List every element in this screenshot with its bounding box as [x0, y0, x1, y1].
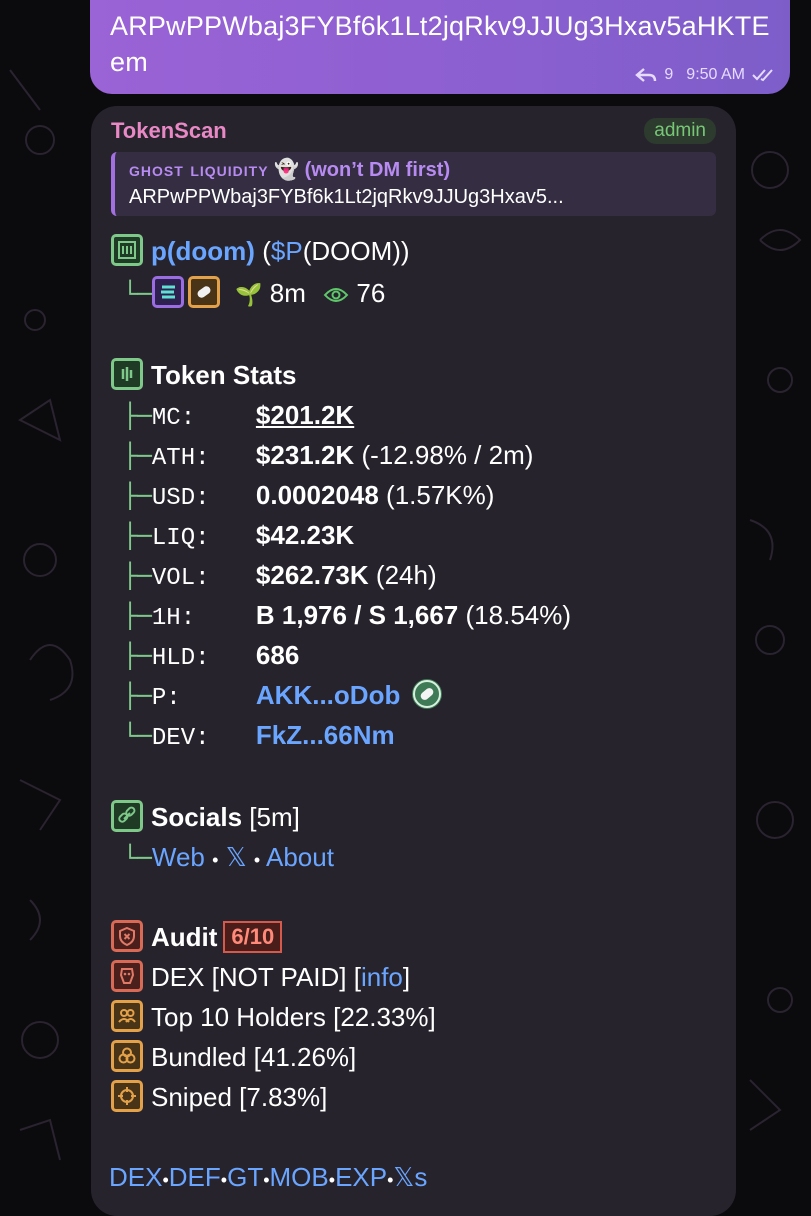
reply-arrow-icon [635, 67, 657, 83]
socials-links: └─Web • 𝕏 • About [123, 842, 334, 872]
token-title-line: p(doom) ($P(DOOM)) [111, 234, 410, 268]
lion-icon [111, 960, 143, 992]
stat-value: $42.23K [255, 520, 355, 550]
stat-value: $262.73K [255, 560, 369, 590]
stat-row-mc: ├─MC: $201.2K [111, 398, 354, 436]
token-stats-heading: Token Stats [111, 358, 296, 392]
eye-icon [323, 278, 349, 312]
message-meta: 9 9:50 AM [635, 66, 776, 84]
stat-label: HLD: [151, 645, 210, 672]
stat-label: MC: [151, 405, 196, 432]
mc-value-link[interactable]: $201.2K [256, 400, 354, 430]
stat-row-usd: ├─USD: 0.0002048 (1.57K%) [111, 478, 494, 516]
ticker-rest: (DOOM)) [302, 236, 410, 266]
message-time: 9:50 AM [686, 66, 745, 83]
audit-sniped-row: Sniped [7.83%] [111, 1080, 327, 1114]
pill-icon[interactable] [187, 276, 220, 308]
seedling-icon: 🌱 [235, 282, 263, 307]
footer-links: DEX•DEF•GT•MOB•EXP•𝕏s [109, 1160, 427, 1197]
def-link[interactable]: DEF [169, 1162, 221, 1192]
socials-heading: Socials [5m] [111, 800, 300, 834]
stat-row-hld: ├─HLD: 686 [111, 638, 299, 676]
ticker-cashtag[interactable]: $P [271, 236, 303, 266]
audit-score-badge: 6/10 [223, 921, 283, 953]
solana-icon [151, 276, 184, 308]
dex-status: DEX [NOT PAID] [ [151, 962, 361, 992]
audit-top10-row: Top 10 Holders [22.33%] [111, 1000, 436, 1034]
stat-row-1h: ├─1H: B 1,976 / S 1,667 (18.54%) [111, 598, 571, 636]
stat-extra: (-12.98% / 2m) [361, 440, 534, 470]
ghost-icon: 👻 [274, 159, 300, 181]
socials-title: Socials [151, 802, 243, 832]
crosshair-icon [111, 1080, 143, 1112]
reply-text: ARPwPPWbaj3FYBf6k1Lt2jqRkv9JJUg3Hxav5... [129, 186, 564, 208]
stat-row-ath: ├─ATH: $231.2K (-12.98% / 2m) [111, 438, 533, 476]
stat-label: 1H: [151, 605, 196, 632]
dex-link[interactable]: DEX [109, 1162, 162, 1192]
stat-label: P: [151, 685, 181, 712]
sender-name[interactable]: TokenScan [111, 118, 227, 144]
audit-heading: Audit 6/10 [111, 920, 283, 954]
admin-badge: admin [644, 118, 716, 144]
reply-quote[interactable]: ghost liquidity 👻 (won’t DM first) ARPwP… [111, 152, 716, 216]
top10-holders: Top 10 Holders [22.33%] [151, 1002, 436, 1032]
tree-branch: └─ [123, 280, 152, 308]
audit-title: Audit [151, 922, 218, 952]
separator: • [212, 850, 219, 870]
audit-dex-row: DEX [NOT PAID] [info] [111, 960, 410, 994]
x-link[interactable]: 𝕏 [226, 842, 247, 872]
stat-label: VOL: [151, 565, 210, 592]
web-link[interactable]: Web [152, 842, 205, 872]
reply-title-caps: ghost liquidity [129, 159, 269, 181]
stat-label: USD: [151, 485, 210, 512]
stat-label: LIQ: [151, 525, 210, 552]
stat-value: B 1,976 / S 1,667 [255, 600, 459, 630]
stat-row-pair: ├─P: AKK...oDob [111, 678, 442, 716]
socials-age: [5m] [249, 802, 300, 832]
gt-link[interactable]: GT [227, 1162, 263, 1192]
token-name-link[interactable]: p(doom) [151, 236, 255, 266]
pill-round-icon[interactable] [411, 679, 442, 709]
reply-title-rest: (won’t DM first) [304, 159, 451, 181]
dex-status-end: ] [402, 962, 411, 992]
dex-info-link[interactable]: info [361, 962, 403, 992]
exp-link[interactable]: EXP [335, 1162, 387, 1192]
audit-bundled-row: Bundled [41.26%] [111, 1040, 356, 1074]
incoming-message-bubble: TokenScan admin ghost liquidity 👻 (won’t… [91, 106, 736, 1216]
stat-value: $231.2K [255, 440, 355, 470]
bundled: Bundled [41.26%] [151, 1042, 357, 1072]
ticker-open: ( [262, 236, 271, 266]
stat-extra: (18.54%) [465, 600, 572, 630]
reply-title: ghost liquidity 👻 (won’t DM first) [129, 157, 702, 183]
stat-row-dev: └─DEV: FkZ...66Nm [111, 718, 395, 756]
token-frame-icon [111, 234, 143, 266]
stat-value: 686 [255, 640, 300, 670]
stat-extra: (1.57K%) [386, 480, 495, 510]
read-checkmarks-icon [752, 68, 776, 82]
view-count: 76 [356, 278, 386, 308]
shield-icon [111, 920, 143, 952]
bundle-icon [111, 1040, 143, 1072]
dev-address-link[interactable]: FkZ...66Nm [256, 720, 395, 750]
token-meta-line: └─ 🌱 8m 76 [111, 276, 385, 312]
stat-value: 0.0002048 [255, 480, 379, 510]
stat-label: ATH: [151, 445, 210, 472]
separator: • [253, 850, 261, 870]
link-icon [111, 800, 143, 832]
mob-link[interactable]: MOB [270, 1162, 329, 1192]
pair-address-link[interactable]: AKK...oDob [256, 680, 400, 710]
reply-count: 9 [664, 66, 674, 83]
about-link[interactable]: About [266, 842, 334, 872]
stat-row-vol: ├─VOL: $262.73K (24h) [111, 558, 437, 596]
stat-extra: (24h) [375, 560, 437, 590]
outgoing-message-bubble[interactable]: ARPwPPWbaj3FYBf6k1Lt2jqRkv9JJUg3Hxav5aHK… [90, 0, 790, 94]
holders-icon [111, 1000, 143, 1032]
x-search-link[interactable]: 𝕏s [393, 1162, 427, 1192]
stat-label: DEV: [151, 725, 210, 752]
stats-icon [111, 358, 143, 390]
token-age: 8m [269, 278, 306, 308]
stat-row-liq: ├─LIQ: $42.23K [111, 518, 354, 556]
token-stats-title: Token Stats [151, 360, 297, 390]
sniped: Sniped [7.83%] [151, 1082, 328, 1112]
